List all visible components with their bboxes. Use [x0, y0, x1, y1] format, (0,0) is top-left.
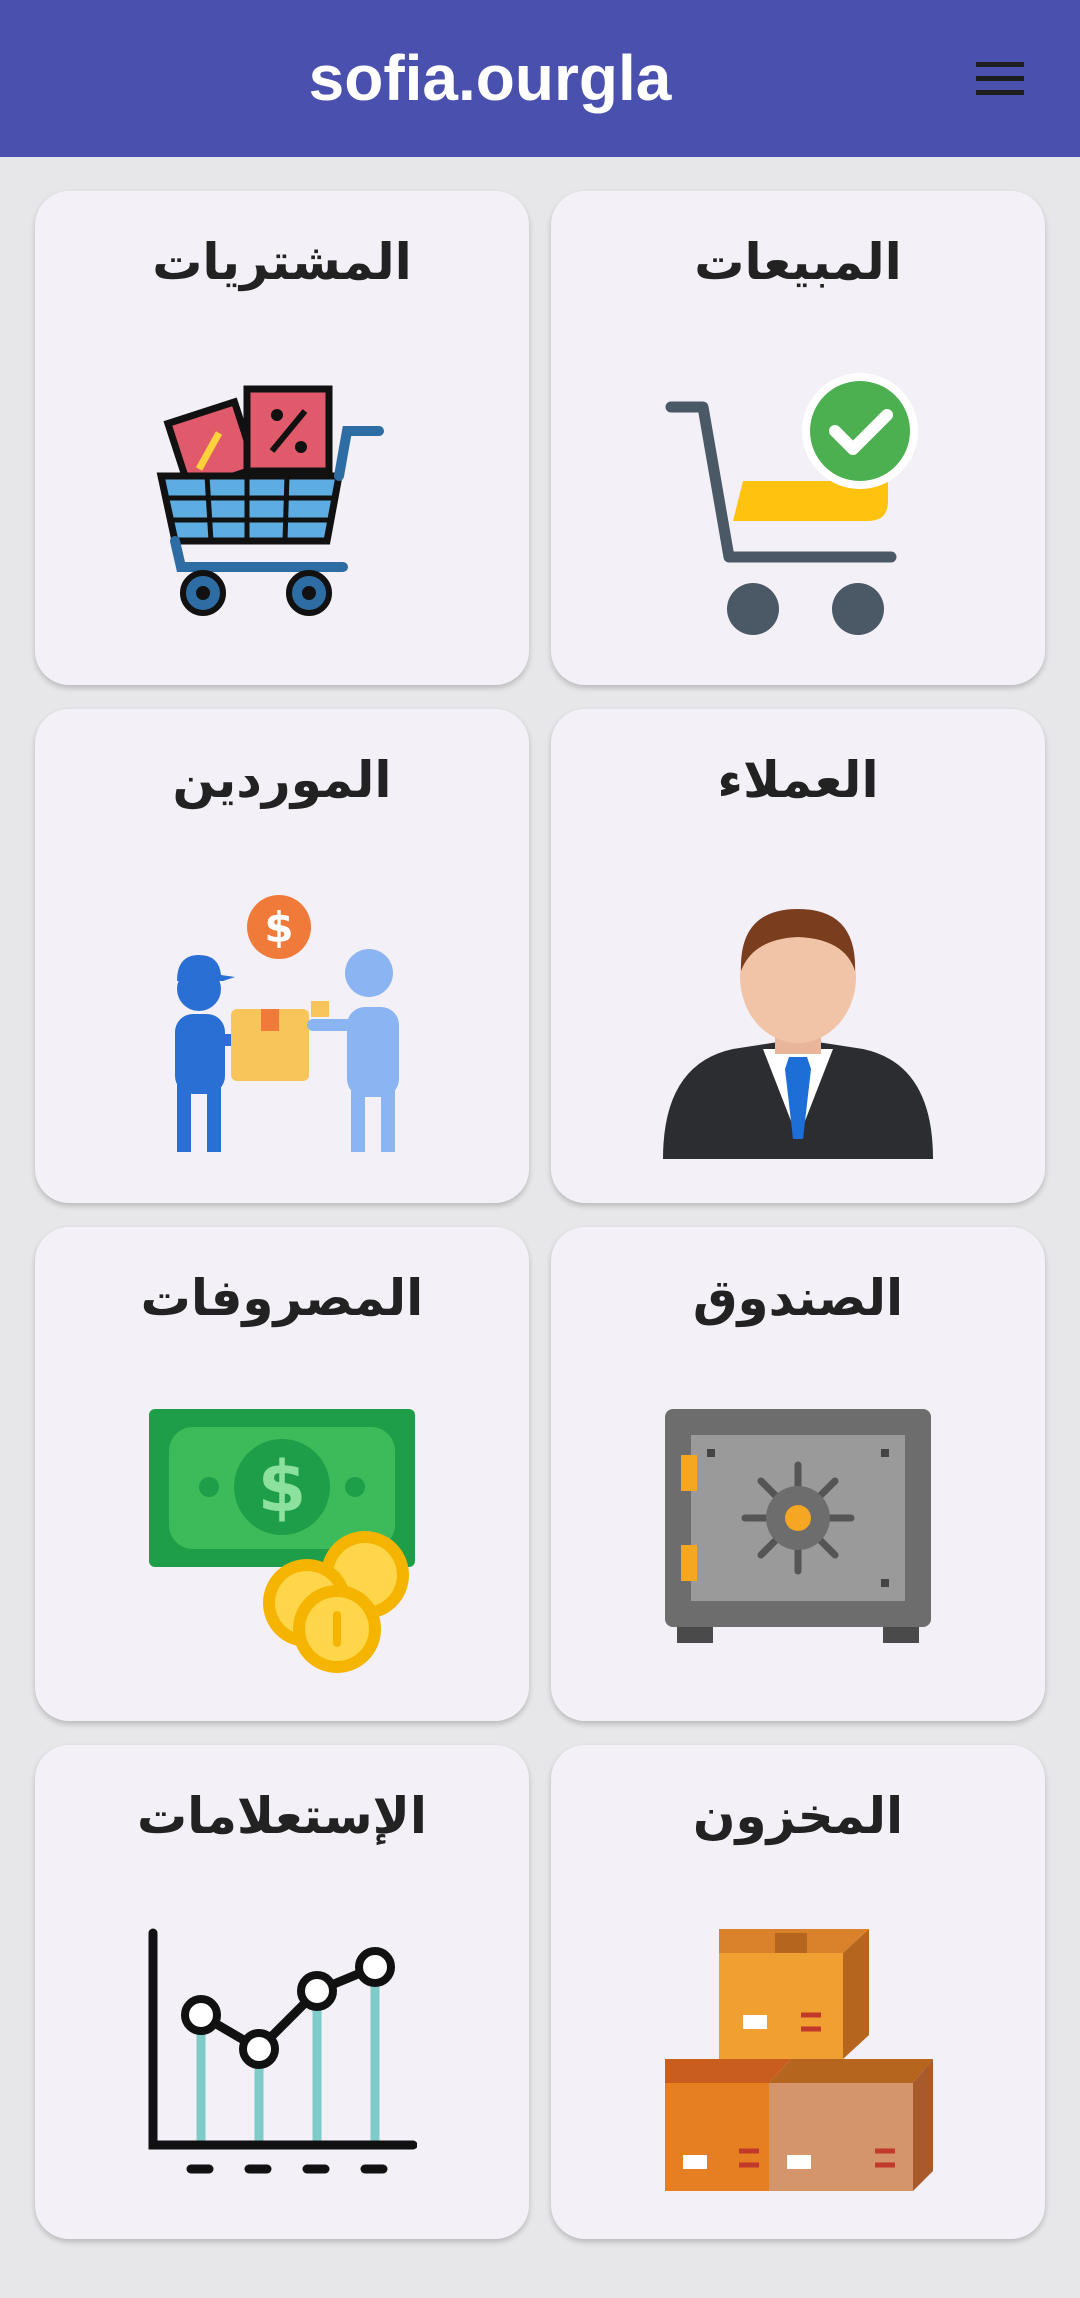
tile-cashbox[interactable]: الصندوق — [551, 1227, 1045, 1721]
tile-label: الموردين — [172, 751, 392, 809]
tile-expenses[interactable]: المصروفات $ — [35, 1227, 529, 1721]
tile-suppliers[interactable]: الموردين $ — [35, 709, 529, 1203]
svg-text:$: $ — [264, 903, 293, 952]
shopping-cart-icon — [156, 385, 384, 616]
tile-queries[interactable]: الإستعلامات — [35, 1745, 529, 2239]
tile-label: المخزون — [692, 1787, 904, 1845]
tile-label: المبيعات — [694, 233, 902, 291]
cart-check-icon — [665, 373, 918, 635]
boxes-icon — [665, 1929, 933, 2191]
delivery-icon: $ — [175, 895, 399, 1152]
businessman-icon — [663, 909, 933, 1159]
tile-customers[interactable]: العملاء — [551, 709, 1045, 1203]
tile-sales[interactable]: المبيعات — [551, 191, 1045, 685]
line-chart-icon — [148, 1928, 417, 2174]
tile-label: المصروفات — [140, 1269, 424, 1327]
tile-label: المشتريات — [152, 233, 412, 291]
tile-inventory[interactable]: المخزون — [551, 1745, 1045, 2239]
menu-grid: المبيعات المشتريات العملاء الموردين $ ال… — [0, 0, 1080, 2298]
money-icon: $ — [149, 1409, 415, 1673]
svg-text:$: $ — [258, 1446, 307, 1528]
tile-label: العملاء — [717, 751, 879, 809]
tile-label: الإستعلامات — [136, 1787, 428, 1845]
tile-label: الصندوق — [692, 1269, 904, 1327]
tile-purchases[interactable]: المشتريات — [35, 191, 529, 685]
safe-icon — [665, 1409, 931, 1643]
